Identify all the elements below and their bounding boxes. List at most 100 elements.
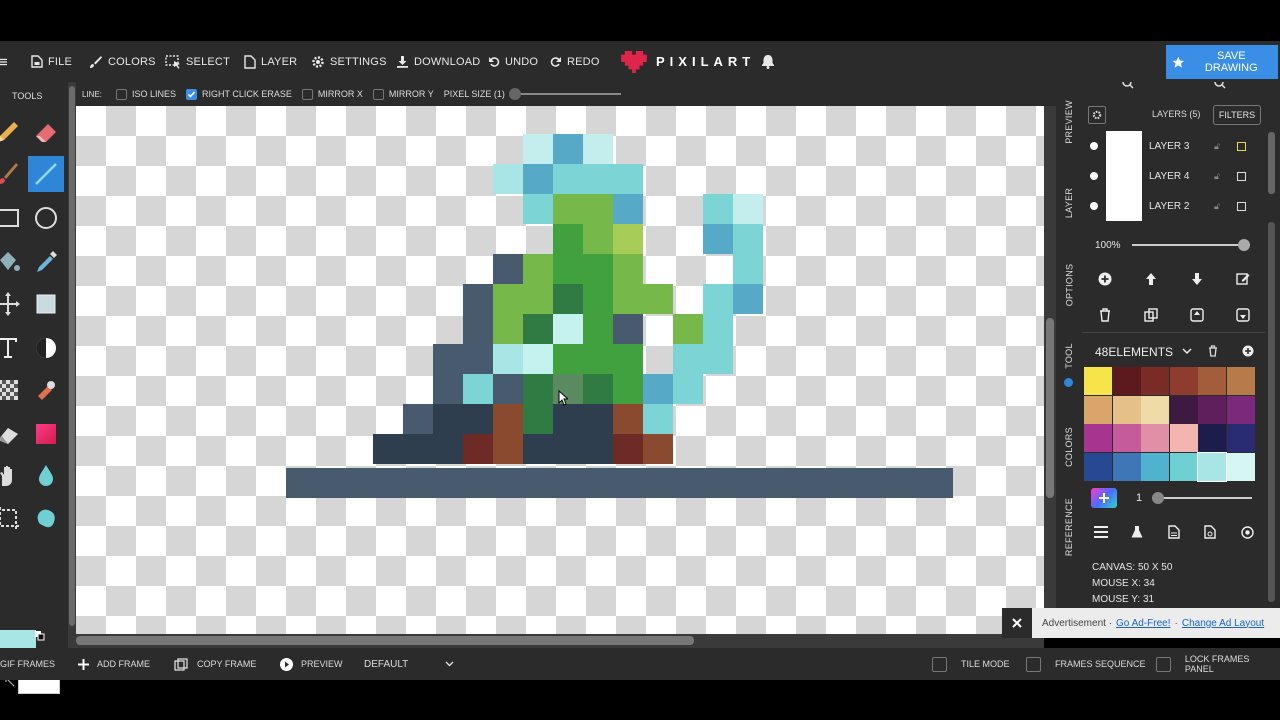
pixel-size-slider[interactable] xyxy=(508,88,621,100)
layer-visibility-icon[interactable] xyxy=(1090,202,1098,210)
palette-swatch[interactable] xyxy=(1141,424,1169,452)
add-frame-button[interactable]: ADD FRAME xyxy=(78,648,150,680)
palette-swatch[interactable] xyxy=(1169,395,1198,424)
palette-swatch[interactable] xyxy=(1112,395,1141,424)
filters-button[interactable]: FILTERS xyxy=(1213,105,1261,125)
iso-lines-option[interactable]: ISO LINES xyxy=(116,88,176,100)
crop-tool[interactable] xyxy=(0,500,26,536)
palette-swatch[interactable] xyxy=(1198,395,1226,424)
tab-layer[interactable]: LAYER xyxy=(1056,170,1082,236)
bucket-tool[interactable] xyxy=(0,244,26,280)
palette-swatch[interactable] xyxy=(1084,395,1112,424)
close-ad-button[interactable] xyxy=(1002,608,1032,638)
add-layer-icon[interactable] xyxy=(1098,272,1112,286)
dither-tool[interactable] xyxy=(0,372,26,408)
brush-tool[interactable] xyxy=(0,156,26,192)
circle-tool[interactable] xyxy=(28,200,64,236)
frame-mode-select[interactable]: DEFAULT xyxy=(364,648,456,680)
duplicate-layer-icon[interactable] xyxy=(1144,308,1158,322)
palette-swatch[interactable] xyxy=(1226,367,1255,395)
palette-swatch[interactable] xyxy=(1226,424,1255,452)
pencil-tool[interactable] xyxy=(0,114,26,150)
layer-select-checkbox[interactable] xyxy=(1237,171,1246,181)
frames-sequence-checkbox[interactable] xyxy=(1026,656,1041,672)
add-palette-icon[interactable] xyxy=(1242,345,1254,357)
save-drawing-button[interactable]: SAVE DRAWING xyxy=(1166,45,1278,79)
export-icon[interactable] xyxy=(1204,525,1216,539)
swap-colors-icon[interactable] xyxy=(34,630,46,642)
colors-menu[interactable]: COLORS xyxy=(89,41,156,82)
move-layer-down-icon[interactable] xyxy=(1190,272,1204,286)
move-layer-up-icon[interactable] xyxy=(1144,272,1158,286)
lock-icon[interactable]: 🔓︎ xyxy=(1214,171,1220,182)
palette-swatch[interactable] xyxy=(1169,452,1198,481)
lock-frames-option[interactable]: LOCK FRAMES PANEL xyxy=(1156,648,1280,680)
hand-tool[interactable] xyxy=(0,458,26,494)
mirror-x-checkbox[interactable] xyxy=(301,88,313,100)
zoom-out-icon[interactable] xyxy=(1122,82,1134,90)
layer-row[interactable]: LAYER 2 🔓︎ xyxy=(1082,191,1265,221)
zoom-in-icon[interactable] xyxy=(1214,82,1226,90)
tools-scrollbar-thumb[interactable] xyxy=(69,86,75,626)
tile-mode-checkbox[interactable] xyxy=(932,656,947,672)
notifications-button[interactable] xyxy=(761,41,780,82)
hamburger-menu-button[interactable] xyxy=(0,41,12,82)
canvas-horizontal-scrollbar-thumb[interactable] xyxy=(76,636,694,645)
layer-select-checkbox[interactable] xyxy=(1237,141,1246,151)
tile-mode-option[interactable]: TILE MODE xyxy=(932,648,1010,680)
blob-tool[interactable] xyxy=(28,500,64,536)
palette-swatch[interactable] xyxy=(1112,367,1141,395)
undo-button[interactable]: UNDO xyxy=(488,41,538,82)
brush-size-slider[interactable] xyxy=(1152,491,1252,505)
right-click-erase-checkbox[interactable] xyxy=(186,88,198,100)
palette-swatch[interactable] xyxy=(1141,395,1169,424)
document-icon[interactable] xyxy=(1168,525,1180,539)
opacity-slider-handle[interactable] xyxy=(1238,239,1250,251)
layer-select-checkbox[interactable] xyxy=(1237,201,1246,211)
layers-scrollbar-thumb[interactable] xyxy=(1268,132,1275,194)
lock-icon[interactable]: 🔓︎ xyxy=(1214,141,1220,152)
select-menu[interactable]: SELECT xyxy=(165,41,230,82)
delete-palette-icon[interactable] xyxy=(1208,345,1218,357)
gradient-tool[interactable] xyxy=(0,416,26,452)
lock-icon[interactable]: 🔓︎ xyxy=(1214,201,1220,212)
canvas-vertical-scrollbar-thumb[interactable] xyxy=(1046,318,1054,498)
layer-menu[interactable]: LAYER xyxy=(244,41,297,82)
list-icon[interactable] xyxy=(1094,526,1108,538)
target-icon[interactable] xyxy=(1241,526,1254,539)
line-tool[interactable] xyxy=(28,156,64,192)
palette-swatch[interactable] xyxy=(1169,424,1198,452)
palette-swatch[interactable] xyxy=(1084,367,1112,395)
tab-tool[interactable]: TOOL xyxy=(1056,334,1082,378)
eyedropper-tool[interactable] xyxy=(28,244,64,280)
delete-layer-icon[interactable] xyxy=(1099,308,1111,322)
right-panel-scrollbar[interactable] xyxy=(1265,82,1280,608)
copy-frame-button[interactable]: COPY FRAME xyxy=(174,648,256,680)
palette-swatch[interactable] xyxy=(1141,452,1169,481)
layer-visibility-icon[interactable] xyxy=(1090,142,1098,150)
opacity-slider[interactable] xyxy=(1132,238,1250,252)
brush-size-slider-handle[interactable] xyxy=(1152,492,1164,504)
preview-button[interactable]: PREVIEW xyxy=(280,648,343,680)
change-ad-layout-link[interactable]: Change Ad Layout xyxy=(1182,618,1264,629)
eraser-tool[interactable] xyxy=(28,114,64,150)
palette-swatch[interactable] xyxy=(1198,367,1226,395)
chevron-down-icon[interactable] xyxy=(1182,348,1192,355)
tab-colors[interactable]: COLORS xyxy=(1056,414,1082,480)
palette-swatch[interactable] xyxy=(1112,452,1141,481)
gradient-swatch-tool[interactable] xyxy=(28,416,64,452)
layer-visibility-icon[interactable] xyxy=(1090,172,1098,180)
panel-scrollbar-thumb[interactable] xyxy=(1268,222,1275,602)
file-menu[interactable]: FILE xyxy=(31,41,72,82)
tab-preview[interactable]: PREVIEW xyxy=(1056,92,1082,152)
lock-frames-checkbox[interactable] xyxy=(1156,656,1171,672)
drawing-canvas[interactable] xyxy=(76,106,1044,634)
settings-menu[interactable]: SETTINGS xyxy=(311,41,387,82)
stamp-tool[interactable] xyxy=(28,372,64,408)
drop-tool[interactable] xyxy=(28,458,64,494)
palette-swatch[interactable] xyxy=(1084,424,1112,452)
palette-swatch[interactable] xyxy=(1112,424,1141,452)
tab-options[interactable]: OPTIONS xyxy=(1056,252,1082,318)
palette-swatch[interactable] xyxy=(1141,367,1169,395)
rainbow-palette-button[interactable] xyxy=(1091,488,1117,508)
